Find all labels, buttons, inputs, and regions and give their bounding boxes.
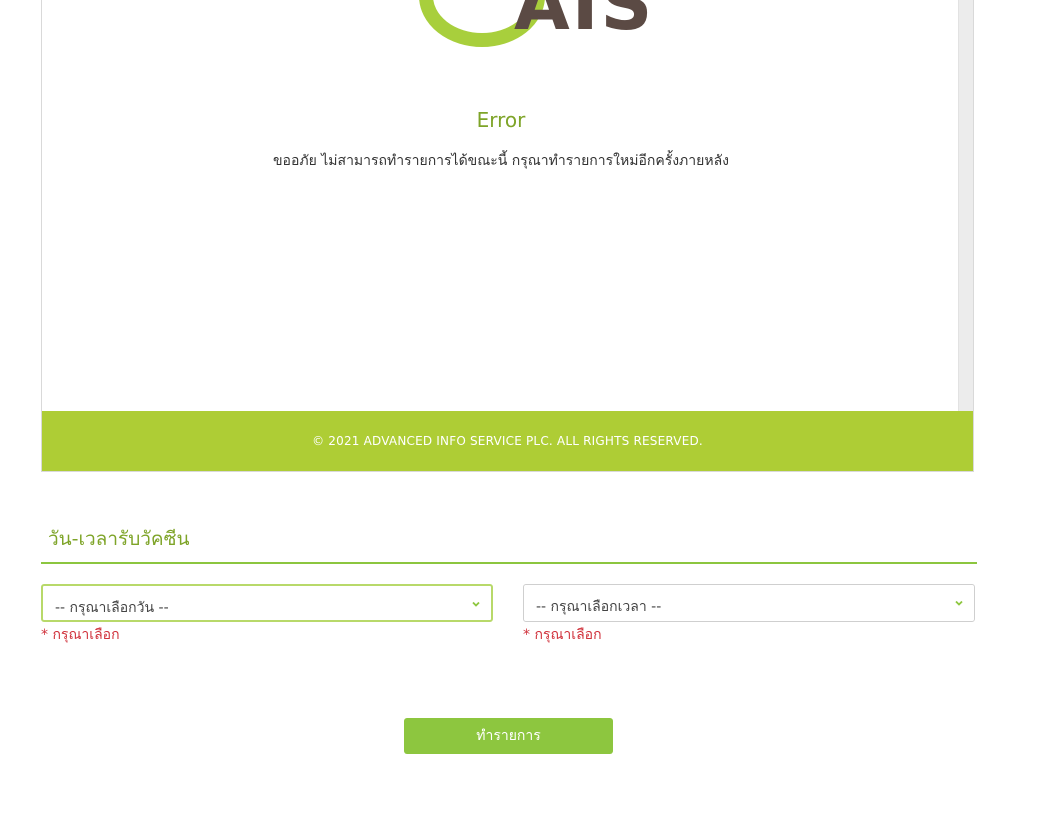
date-select-error: * กรุณาเลือก	[41, 627, 120, 643]
error-title: Error	[476, 108, 526, 132]
date-select-value: -- กรุณาเลือกวัน --	[55, 600, 169, 616]
ais-logo: AIS	[382, 0, 682, 52]
error-message: ขออภัย ไม่สามารถทำรายการได้ขณะนี้ กรุณาท…	[272, 153, 729, 169]
date-select[interactable]: -- กรุณาเลือกวัน --	[41, 584, 493, 622]
time-select[interactable]: -- กรุณาเลือกเวลา --	[523, 584, 975, 622]
time-select-error: * กรุณาเลือก	[523, 627, 602, 643]
footer: © 2021 ADVANCED INFO SERVICE PLC. ALL RI…	[42, 411, 973, 471]
submit-button[interactable]: ทำรายการ	[404, 718, 613, 754]
chevron-down-icon	[955, 600, 963, 606]
scrollbar[interactable]	[958, 0, 973, 411]
chevron-down-icon	[472, 601, 480, 607]
copyright-text: © 2021 ADVANCED INFO SERVICE PLC. ALL RI…	[312, 434, 703, 448]
section-title: วัน-เวลารับวัคซีน	[48, 528, 190, 550]
time-select-value: -- กรุณาเลือกเวลา --	[536, 599, 662, 615]
error-iframe: AIS Error ขออภัย ไม่สามารถทำรายการได้ขณะ…	[41, 0, 974, 472]
section-divider	[41, 562, 977, 564]
logo-wordmark: AIS	[514, 0, 655, 46]
